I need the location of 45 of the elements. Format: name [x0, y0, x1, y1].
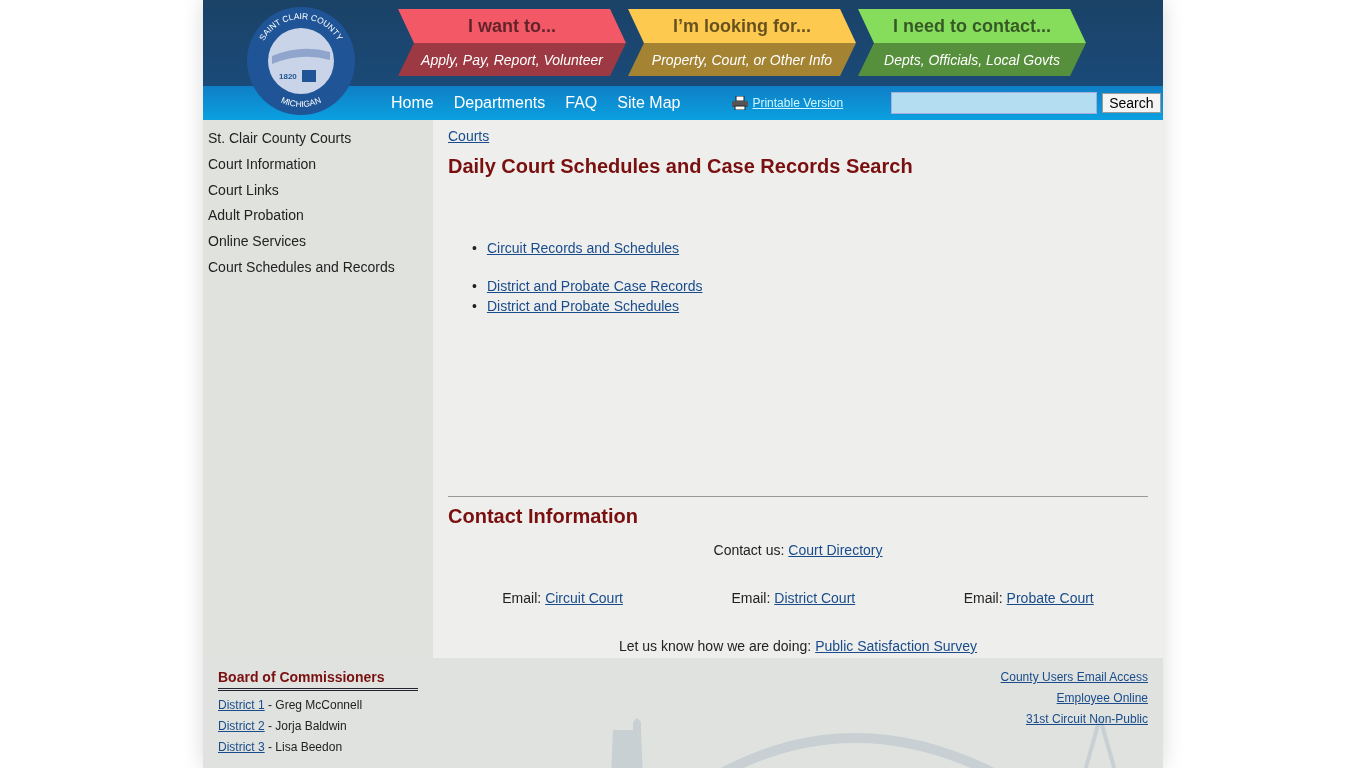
email-label: Email: — [502, 590, 542, 606]
nav-link[interactable]: Site Map — [617, 94, 681, 112]
page-title: Daily Court Schedules and Case Records Search — [448, 155, 914, 178]
email-link[interactable]: Circuit Court — [545, 590, 623, 606]
quick-link[interactable]: I’m looking for... Property, Court, or Other Info — [628, 9, 856, 86]
footer-link[interactable]: 31st Circuit Non-Public — [1025, 709, 1148, 730]
quick-link[interactable]: I need to contact... Depts, Officials, Local Govts — [858, 9, 1086, 86]
district-link[interactable]: District 2 — [218, 719, 265, 733]
sidebar-link[interactable]: Court Schedules and Records — [203, 255, 433, 281]
footer-link[interactable]: Employee Online — [1056, 688, 1148, 709]
sidebar-link[interactable]: Online Services — [203, 229, 433, 255]
nav-link[interactable]: Departments — [453, 94, 546, 112]
sidebar-link[interactable]: Adult Probation — [203, 203, 433, 230]
contact-label: Contact us: — [713, 542, 785, 558]
nav-link[interactable]: Home — [391, 94, 434, 112]
sidebar-link[interactable]: Court Links — [203, 177, 433, 204]
commissioner-name: - Jorja Baldwin — [268, 719, 347, 733]
district-link[interactable]: District 1 — [218, 698, 265, 712]
list-bullet: • — [472, 297, 477, 316]
records-link[interactable]: District and Probate Schedules — [486, 296, 680, 316]
district-link[interactable]: District 3 — [218, 740, 265, 754]
search-field[interactable] — [891, 92, 1098, 114]
email-label: Email: — [963, 590, 1003, 606]
search-button[interactable]: Search — [1102, 93, 1161, 113]
email-label: Email: — [731, 590, 771, 606]
email-link[interactable]: Probate Court — [1006, 590, 1094, 606]
list-bullet: • — [472, 239, 477, 258]
survey-label: Let us know how we are doing: — [618, 638, 812, 654]
directory-link[interactable]: Court Directory — [788, 542, 883, 558]
commissioners-heading: Board of Commissioners — [218, 669, 418, 691]
email-link[interactable]: District Court — [774, 590, 856, 606]
sidebar-link[interactable]: St. Clair County Courts — [203, 126, 433, 152]
sidebar-link[interactable]: Court Information — [203, 151, 433, 178]
printer-icon — [732, 96, 749, 110]
nav-link[interactable]: FAQ — [565, 94, 598, 112]
records-link[interactable]: Circuit Records and Schedules — [486, 238, 680, 258]
quick-link[interactable]: I want to... Apply, Pay, Report, Volunteer — [398, 9, 626, 86]
footer-link[interactable]: County Users Email Access — [1000, 667, 1148, 688]
commissioner-name: - Lisa Beedon — [268, 740, 343, 754]
survey-link[interactable]: Public Satisfaction Survey — [815, 638, 978, 654]
commissioner-name: - Greg McConnell — [268, 698, 363, 712]
contact-heading: Contact Information — [448, 505, 639, 528]
records-link[interactable]: District and Probate Case Records — [486, 276, 703, 296]
breadcrumb-link[interactable]: Courts — [448, 128, 490, 144]
list-bullet: • — [472, 277, 477, 296]
